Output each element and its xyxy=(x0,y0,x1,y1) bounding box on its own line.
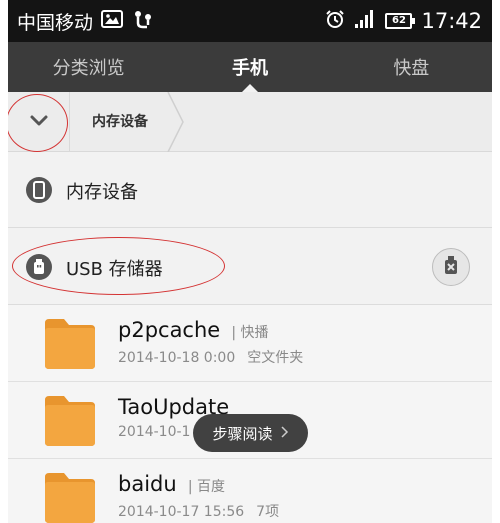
file-tag: 百度 xyxy=(197,479,225,495)
file-date: 2014-10-17 15:56 xyxy=(118,504,245,520)
file-manager-screen: 中国移动 62 17:42 分类浏览 手机 快盘 内存设备 内存设备 USB 存… xyxy=(8,0,492,523)
breadcrumb-item-internal[interactable]: 内存设备 xyxy=(92,92,148,152)
picture-icon xyxy=(101,10,124,32)
annotation-ellipse xyxy=(12,237,225,295)
tab-phone[interactable]: 手机 xyxy=(169,42,330,92)
annotation-circle xyxy=(8,94,68,152)
storage-item-usb[interactable]: USB 存储器 xyxy=(8,228,492,305)
signal-icon xyxy=(354,10,376,32)
tab-category-browse[interactable]: 分类浏览 xyxy=(8,42,169,92)
file-name: p2pcache xyxy=(118,318,221,342)
file-date: 2014-10-1 xyxy=(118,424,191,440)
storage-label-internal: 内存设备 xyxy=(66,182,138,203)
clock: 17:42 xyxy=(421,9,482,33)
eject-usb-button[interactable] xyxy=(432,248,470,286)
eject-icon xyxy=(441,254,461,280)
tab-bar: 分类浏览 手机 快盘 xyxy=(8,42,492,92)
phone-storage-icon xyxy=(26,177,52,203)
step-reading-label: 步骤阅读 xyxy=(212,424,273,443)
file-info: 空文件夹 xyxy=(247,350,304,366)
storage-item-internal[interactable]: 内存设备 xyxy=(8,152,492,228)
file-info: 7项 xyxy=(256,504,280,520)
file-separator: | xyxy=(226,325,241,341)
breadcrumb: 内存设备 xyxy=(8,91,492,153)
chevron-right-icon xyxy=(280,424,289,442)
file-name: baidu xyxy=(118,472,177,496)
usb-debug-icon xyxy=(131,9,153,33)
folder-icon xyxy=(42,394,98,448)
file-separator: | xyxy=(183,479,197,495)
list-item[interactable]: p2pcache | 快播 2014-10-18 0:00 空文件夹 xyxy=(8,305,492,382)
file-tag: 快播 xyxy=(240,325,269,341)
folder-icon xyxy=(42,471,98,523)
battery-icon: 62 xyxy=(385,13,416,29)
breadcrumb-separator-icon xyxy=(166,91,186,156)
file-date: 2014-10-18 0:00 xyxy=(118,350,236,366)
alarm-icon xyxy=(325,9,345,33)
status-bar: 中国移动 62 17:42 xyxy=(8,0,492,42)
folder-icon xyxy=(42,317,98,371)
list-item[interactable]: baidu | 百度 2014-10-17 15:56 7项 xyxy=(8,459,492,523)
step-reading-button[interactable]: 步骤阅读 xyxy=(193,414,308,452)
tab-kuaipan[interactable]: 快盘 xyxy=(331,42,492,92)
carrier-name: 中国移动 xyxy=(17,11,94,34)
